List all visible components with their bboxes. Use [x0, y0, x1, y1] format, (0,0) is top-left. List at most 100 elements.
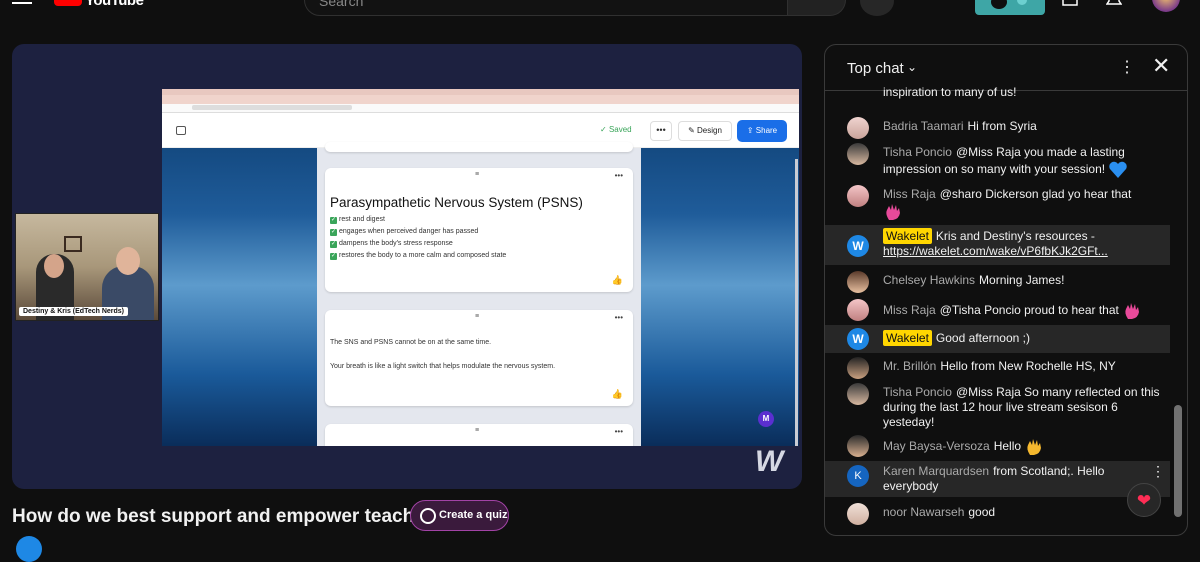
create-quiz-button[interactable]: Create a quiz	[410, 500, 509, 531]
presenter-2-head	[116, 247, 140, 275]
more-options-icon: •••	[650, 121, 672, 141]
author-name[interactable]: Tisha Poncio	[883, 385, 952, 399]
message-body: Mr. Brillón Hello from New Rochelle HS, N…	[883, 359, 1168, 374]
avatar[interactable]	[1152, 0, 1180, 12]
drag-handle-icon: ≡	[475, 313, 480, 320]
search-input[interactable]: Search	[304, 0, 788, 16]
author-name[interactable]: Karen Marquardsen	[883, 464, 989, 478]
heart-icon[interactable]: ❤	[1127, 483, 1161, 517]
resource-link[interactable]: https://wakelet.com/wake/vP6fbKJk2GFt...	[883, 244, 1108, 258]
avatar[interactable]	[847, 383, 869, 405]
author-name[interactable]: Chelsey Hawkins	[883, 273, 975, 287]
avatar[interactable]	[847, 435, 869, 457]
moderator-badge[interactable]: Wakelet	[883, 228, 932, 244]
chat-message: inspiration to many of us!	[825, 85, 1170, 113]
chat-message: Miss Raja @Tisha Poncio proud to hear tha…	[825, 295, 1170, 323]
youtube-logo-icon[interactable]	[54, 0, 82, 6]
share-label: Share	[755, 126, 778, 135]
message-body: Tisha Poncio @Miss Raja you made a lastin…	[883, 145, 1168, 180]
upload-icon[interactable]	[1062, 0, 1078, 8]
avatar[interactable]	[847, 143, 869, 165]
message-body: May Baysa-Versoza Hello	[883, 437, 1168, 457]
author-name[interactable]: Badria Taamari	[883, 119, 963, 133]
chevron-down-icon[interactable]: ⌄	[907, 60, 917, 74]
create-indicator	[1017, 0, 1027, 5]
chat-message-hovered: K Karen Marquardsen from Scotland;. Hello…	[825, 461, 1170, 497]
chat-message-highlighted: W Wakelet Kris and Destiny's resources - …	[825, 225, 1170, 265]
sns-card: ≡ ••• The SNS and PSNS cannot be on at t…	[325, 310, 633, 406]
list-item: dampens the body's stress response	[330, 238, 506, 250]
wakelet-avatar[interactable]: W	[847, 235, 869, 257]
chat-message: Chelsey Hawkins Morning James!	[825, 269, 1170, 295]
chat-message: Miss Raja @sharo Dickerson glad yo hear t…	[825, 183, 1170, 223]
message-text: Kris and Destiny's resources -	[935, 229, 1095, 243]
video-player[interactable]: ✓ Saved ••• ✎ Design ⇪ Share ≡ ••• Paras…	[12, 44, 802, 489]
message-text: Good afternoon ;)	[935, 331, 1030, 345]
message-body: Badria Taamari Hi from Syria	[883, 119, 1168, 134]
moderator-badge[interactable]: Wakelet	[883, 330, 932, 346]
menu-icon[interactable]	[12, 0, 32, 8]
message-body: Karen Marquardsen from Scotland;. Hello e…	[883, 464, 1143, 494]
drag-handle-icon: ≡	[475, 171, 480, 178]
quiz-icon	[420, 508, 436, 524]
like-icon: 👍	[611, 275, 623, 285]
list-item: restores the body to a more calm and com…	[330, 250, 506, 262]
search-button[interactable]	[788, 0, 846, 16]
author-name[interactable]: noor Nawarseh	[883, 505, 964, 519]
wakelet-avatar[interactable]: W	[847, 328, 869, 350]
sidebar-toggle-icon	[176, 126, 186, 135]
chat-message: noor Nawarseh good	[825, 501, 1170, 527]
avatar[interactable]: K	[847, 465, 869, 487]
message-text: @sharo Dickerson glad yo hear that	[939, 187, 1132, 201]
author-name[interactable]: Miss Raja	[883, 187, 936, 201]
author-name[interactable]: Mr. Brillón	[883, 359, 936, 373]
webcam-overlay: Destiny & Kris (EdTech Nerds)	[15, 213, 159, 321]
like-icon: 👍	[611, 389, 623, 399]
webcam-label: Destiny & Kris (EdTech Nerds)	[19, 307, 129, 316]
wave-hand-icon	[1027, 439, 1042, 455]
chat-scrollbar[interactable]	[1174, 405, 1182, 517]
wall-frame	[64, 236, 82, 252]
create-button[interactable]	[975, 0, 1045, 15]
avatar[interactable]	[847, 299, 869, 321]
chat-message-highlighted: W Wakelet Good afternoon ;)	[825, 325, 1170, 353]
message-text: Morning James!	[979, 273, 1065, 287]
avatar[interactable]	[847, 185, 869, 207]
drag-handle-icon: ≡	[475, 427, 480, 434]
notifications-icon[interactable]	[1106, 0, 1122, 8]
author-name[interactable]: May Baysa-Versoza	[883, 439, 990, 453]
video-title: How do we best support and empower teach…	[12, 506, 455, 527]
chat-mode-selector[interactable]: Top chat	[847, 60, 904, 77]
screen-scrollbar	[795, 159, 798, 446]
author-name[interactable]: Miss Raja	[883, 303, 936, 317]
avatar[interactable]	[847, 357, 869, 379]
browser-url-bar	[162, 104, 799, 113]
message-body: Miss Raja @Tisha Poncio proud to hear tha…	[883, 301, 1168, 321]
card-text: The SNS and PSNS cannot be on at the sam…	[330, 339, 492, 346]
chat-message-list: inspiration to many of us! Badria Taamar…	[825, 85, 1170, 535]
youtube-logo-text[interactable]: YouTube	[85, 0, 144, 9]
design-button: ✎ Design	[678, 121, 732, 141]
shared-screen: ✓ Saved ••• ✎ Design ⇪ Share ≡ ••• Paras…	[162, 89, 799, 446]
avatar[interactable]	[847, 117, 869, 139]
avatar[interactable]	[847, 503, 869, 525]
author-name[interactable]: Tisha Poncio	[883, 145, 952, 159]
wave-hand-icon	[1125, 303, 1140, 319]
channel-avatar[interactable]	[16, 536, 42, 562]
card-menu-icon: •••	[614, 171, 623, 180]
card-menu-icon: •••	[614, 313, 623, 322]
browser-tab-bar	[162, 95, 799, 104]
more-vert-icon[interactable]: ⋮	[1151, 464, 1165, 479]
avatar[interactable]	[847, 271, 869, 293]
more-vert-icon[interactable]: ⋮	[1119, 57, 1135, 77]
close-icon[interactable]: ✕	[1152, 53, 1170, 79]
mic-button[interactable]	[860, 0, 894, 16]
chat-message: Tisha Poncio @Miss Raja So many reflected…	[825, 381, 1170, 433]
masthead: YouTube Search	[0, 0, 1200, 22]
chat-message: Mr. Brillón Hello from New Rochelle HS, N…	[825, 355, 1170, 381]
saved-status: ✓ Saved	[600, 125, 632, 134]
message-body: Wakelet Kris and Destiny's resources - ht…	[883, 228, 1168, 259]
saved-label: Saved	[608, 125, 632, 134]
card-menu-icon: •••	[614, 427, 623, 436]
live-chat-panel: Top chat ⌄ ⋮ ✕ inspiration to many of us…	[824, 44, 1188, 536]
